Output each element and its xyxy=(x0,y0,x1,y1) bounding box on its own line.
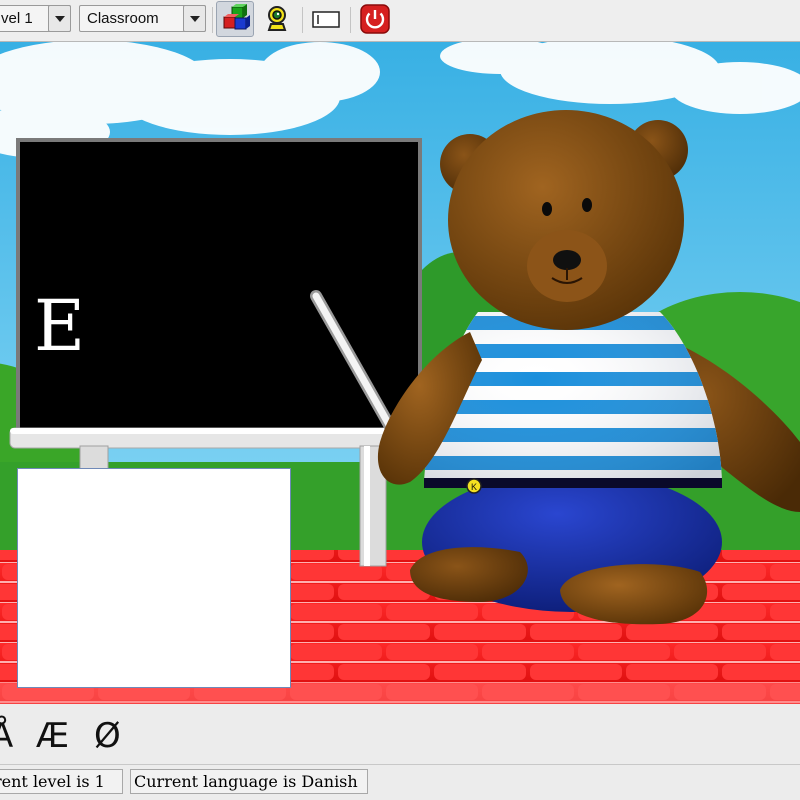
scene-select-dropdown-arrow[interactable] xyxy=(183,5,206,32)
scene-viewport[interactable]: K E xyxy=(0,42,800,704)
toolbar: vel 1 Classroom xyxy=(0,0,800,42)
status-bar: rent level is 1 Current language is Dani… xyxy=(0,764,800,800)
letter-bar: Å Æ Ø xyxy=(0,704,800,764)
text-field-icon xyxy=(312,11,340,28)
status-level: rent level is 1 xyxy=(0,769,123,794)
level-select-value: vel 1 xyxy=(1,10,33,27)
webcam-icon xyxy=(267,6,287,31)
svg-text:K: K xyxy=(471,482,477,492)
level-select[interactable]: vel 1 xyxy=(0,5,71,32)
blackboard-letter: E xyxy=(34,285,86,367)
level-select-dropdown-arrow[interactable] xyxy=(48,5,71,32)
scene-select-value: Classroom xyxy=(87,10,159,27)
power-icon xyxy=(360,4,390,34)
status-language: Current language is Danish xyxy=(130,769,368,794)
webcam-button[interactable] xyxy=(258,1,296,37)
toolbar-separator xyxy=(350,7,351,33)
text-field-button[interactable] xyxy=(307,1,345,37)
letter-key-aa[interactable]: Å xyxy=(0,716,13,756)
blocks-button[interactable] xyxy=(216,1,254,37)
toolbar-separator xyxy=(302,7,303,33)
letter-key-ae[interactable]: Æ xyxy=(36,716,69,756)
power-button[interactable] xyxy=(356,1,394,37)
letter-key-oe[interactable]: Ø xyxy=(94,716,121,756)
toolbar-separator xyxy=(212,7,213,33)
blocks-icon xyxy=(223,4,250,30)
scene-select[interactable]: Classroom xyxy=(79,5,206,32)
answer-area[interactable] xyxy=(17,468,291,688)
